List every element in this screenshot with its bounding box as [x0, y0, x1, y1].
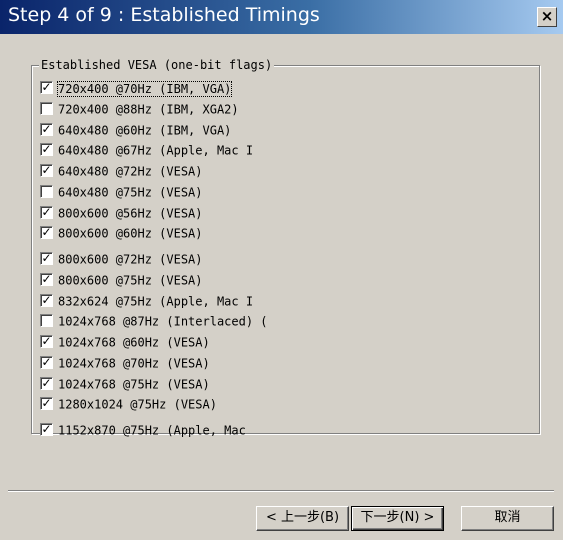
checkbox-label: 832x624 @75Hz (Apple, Mac I	[58, 294, 254, 309]
checkbox-checked-icon[interactable]: ✓	[40, 226, 53, 239]
timing-checkbox[interactable]: ✓ 720x400 @70Hz (IBM, VGA)	[40, 79, 233, 97]
timing-checkbox[interactable]: ✓ 640x480 @60Hz (IBM, VGA)	[40, 121, 231, 139]
checkbox-checked-icon[interactable]: ✓	[40, 164, 53, 177]
checkbox-label: 640x480 @60Hz (IBM, VGA)	[58, 123, 232, 138]
back-button[interactable]: < 上一步(B)	[256, 506, 349, 531]
cancel-button[interactable]: 取消	[461, 506, 554, 531]
checkbox-unchecked-icon[interactable]	[40, 314, 53, 327]
checkbox-checked-icon[interactable]: ✓	[40, 273, 53, 286]
checkbox-label: 800x600 @60Hz (VESA)	[58, 226, 203, 241]
checkbox-checked-icon[interactable]: ✓	[40, 335, 53, 348]
checkbox-checked-icon[interactable]: ✓	[40, 206, 53, 219]
timing-checkbox[interactable]: ✓ 832x624 @75Hz (Apple, Mac I	[40, 292, 253, 310]
checkbox-label: 720x400 @88Hz (IBM, XGA2)	[58, 102, 239, 117]
checkbox-label: 1024x768 @75Hz (VESA)	[58, 377, 210, 392]
timing-checkbox[interactable]: ✓ 640x480 @72Hz (VESA)	[40, 162, 203, 180]
timing-checkbox[interactable]: ✓ 800x600 @60Hz (VESA)	[40, 224, 203, 242]
timing-checkbox[interactable]: 1024x768 @87Hz (Interlaced) (	[40, 312, 268, 330]
groupbox-legend: Established VESA (one-bit flags)	[39, 58, 275, 72]
checkbox-unchecked-icon[interactable]	[40, 102, 53, 115]
timing-checkbox[interactable]: ✓ 800x600 @75Hz (VESA)	[40, 271, 203, 289]
checkbox-label: 1024x768 @70Hz (VESA)	[58, 356, 210, 371]
checkbox-label: 800x600 @56Hz (VESA)	[58, 206, 203, 221]
checkbox-label: 720x400 @70Hz (IBM, VGA)	[56, 80, 233, 97]
checkbox-checked-icon[interactable]: ✓	[40, 377, 53, 390]
timing-checkbox[interactable]: ✓ 1024x768 @60Hz (VESA)	[40, 333, 210, 351]
close-button[interactable]: ×	[537, 7, 557, 27]
checkbox-checked-icon[interactable]: ✓	[40, 294, 53, 307]
checkbox-checked-icon[interactable]: ✓	[40, 252, 53, 265]
wizard-dialog: Step 4 of 9 : Established Timings × Esta…	[0, 0, 563, 540]
checkbox-checked-icon[interactable]: ✓	[40, 81, 53, 94]
checkbox-label: 1280x1024 @75Hz (VESA)	[58, 397, 217, 412]
checkbox-label: 640x480 @75Hz (VESA)	[58, 185, 203, 200]
checkbox-checked-icon[interactable]: ✓	[40, 123, 53, 136]
timing-checkbox[interactable]: ✓ 800x600 @56Hz (VESA)	[40, 204, 203, 222]
checkbox-checked-icon[interactable]: ✓	[40, 423, 53, 436]
button-separator	[8, 490, 554, 492]
next-button[interactable]: 下一步(N) >	[351, 506, 444, 531]
timing-checkbox[interactable]: ✓ 1280x1024 @75Hz (VESA)	[40, 395, 217, 413]
timing-checkbox[interactable]: ✓ 1024x768 @75Hz (VESA)	[40, 375, 210, 393]
checkbox-label: 800x600 @75Hz (VESA)	[58, 273, 203, 288]
timing-checkbox[interactable]: ✓ 640x480 @67Hz (Apple, Mac I	[40, 141, 253, 159]
timing-checkbox[interactable]: ✓ 800x600 @72Hz (VESA)	[40, 250, 203, 268]
title-bar[interactable]: Step 4 of 9 : Established Timings ×	[0, 0, 563, 34]
checkbox-label: 640x480 @67Hz (Apple, Mac I	[58, 143, 254, 158]
timing-checkbox[interactable]: 640x480 @75Hz (VESA)	[40, 183, 203, 201]
close-icon: ×	[540, 7, 554, 25]
timing-checkbox[interactable]: ✓ 1152x870 @75Hz (Apple, Mac	[40, 421, 246, 439]
dialog-title: Step 4 of 9 : Established Timings	[8, 4, 320, 26]
checkbox-label: 1024x768 @60Hz (VESA)	[58, 335, 210, 350]
checkbox-checked-icon[interactable]: ✓	[40, 397, 53, 410]
timing-checkbox[interactable]: ✓ 1024x768 @70Hz (VESA)	[40, 354, 210, 372]
checkbox-checked-icon[interactable]: ✓	[40, 356, 53, 369]
checkbox-checked-icon[interactable]: ✓	[40, 143, 53, 156]
checkbox-label: 800x600 @72Hz (VESA)	[58, 252, 203, 267]
timing-checkbox[interactable]: 720x400 @88Hz (IBM, XGA2)	[40, 100, 239, 118]
checkbox-label: 1024x768 @87Hz (Interlaced) (	[58, 314, 268, 329]
checkbox-label: 1152x870 @75Hz (Apple, Mac	[58, 423, 246, 438]
checkbox-unchecked-icon[interactable]	[40, 185, 53, 198]
checkbox-label: 640x480 @72Hz (VESA)	[58, 164, 203, 179]
